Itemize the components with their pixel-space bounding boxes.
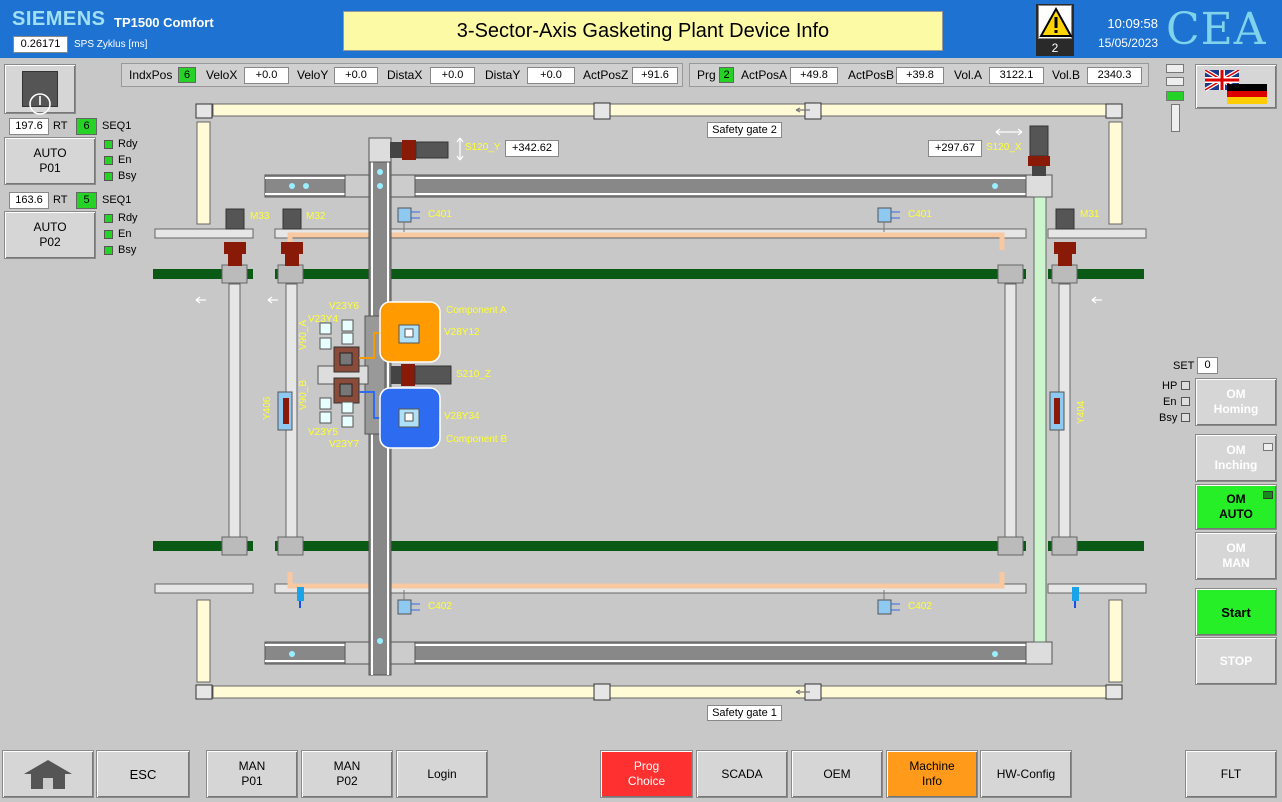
y406-label: Y406: [262, 396, 273, 420]
component-a-label: Component A: [446, 305, 507, 316]
prog-choice-button[interactable]: Prog Choice: [600, 750, 693, 798]
esc-button[interactable]: ESC: [96, 750, 190, 798]
y404-label: Y404: [1076, 400, 1087, 424]
stop-button[interactable]: STOP: [1195, 637, 1277, 685]
m32-label: M32: [306, 211, 326, 222]
safety-gate-1-label: Safety gate 1: [707, 705, 782, 721]
v23y7-label: V23Y7: [329, 439, 360, 450]
om-homing-button[interactable]: OM Homing: [1195, 378, 1277, 426]
s120x-value: +297.67: [928, 140, 982, 157]
hw-config-button[interactable]: HW-Config: [980, 750, 1072, 798]
home-icon: [24, 760, 72, 789]
bsy-led: [1181, 413, 1190, 422]
start-button[interactable]: Start: [1195, 588, 1277, 636]
v90b-label: V90_B: [298, 379, 309, 410]
v23y5-label: V23Y5: [308, 427, 339, 438]
login-button[interactable]: Login: [396, 750, 488, 798]
om-inching-led: [1263, 443, 1273, 451]
c402a-label: C402: [428, 601, 452, 612]
flt-button[interactable]: FLT: [1185, 750, 1277, 798]
oem-button[interactable]: OEM: [791, 750, 883, 798]
bsy-label: Bsy: [1159, 412, 1178, 424]
v28y12-label: V28Y12: [444, 327, 480, 338]
set-label: SET: [1173, 360, 1195, 372]
s210z-label: S210_Z: [456, 369, 492, 380]
s120y-label: S120_Y: [465, 142, 501, 153]
man-p02-button[interactable]: MAN P02: [301, 750, 393, 798]
s120x-label: S120_X: [986, 142, 1022, 153]
en-label: En: [1163, 396, 1177, 408]
scada-button[interactable]: SCADA: [696, 750, 788, 798]
hp-led: [1181, 381, 1190, 390]
v90a-label: V90_A: [298, 319, 309, 350]
om-man-button[interactable]: OM MAN: [1195, 532, 1277, 580]
v28y34-label: V28Y34: [444, 411, 480, 422]
om-auto-led: [1263, 491, 1273, 499]
m33-label: M33: [250, 211, 270, 222]
v23y6-label: V23Y6: [329, 301, 360, 312]
hp-label: HP: [1162, 380, 1178, 392]
v23y4-label: V23Y4: [308, 314, 339, 325]
m31-label: M31: [1080, 209, 1100, 220]
plant-diagram: [153, 102, 1147, 701]
man-p01-button[interactable]: MAN P01: [206, 750, 298, 798]
component-b-label: Component B: [446, 434, 508, 445]
set-value: 0: [1197, 357, 1218, 374]
en-led: [1181, 397, 1190, 406]
safety-gate-2-label: Safety gate 2: [707, 122, 782, 138]
c402b-label: C402: [908, 601, 932, 612]
s120y-value: +342.62: [505, 140, 559, 157]
home-button[interactable]: [2, 750, 94, 798]
om-inching-button[interactable]: OM Inching: [1195, 434, 1277, 482]
machine-info-button[interactable]: Machine Info: [886, 750, 978, 798]
c401b-label: C401: [908, 209, 932, 220]
c401a-label: C401: [428, 209, 452, 220]
